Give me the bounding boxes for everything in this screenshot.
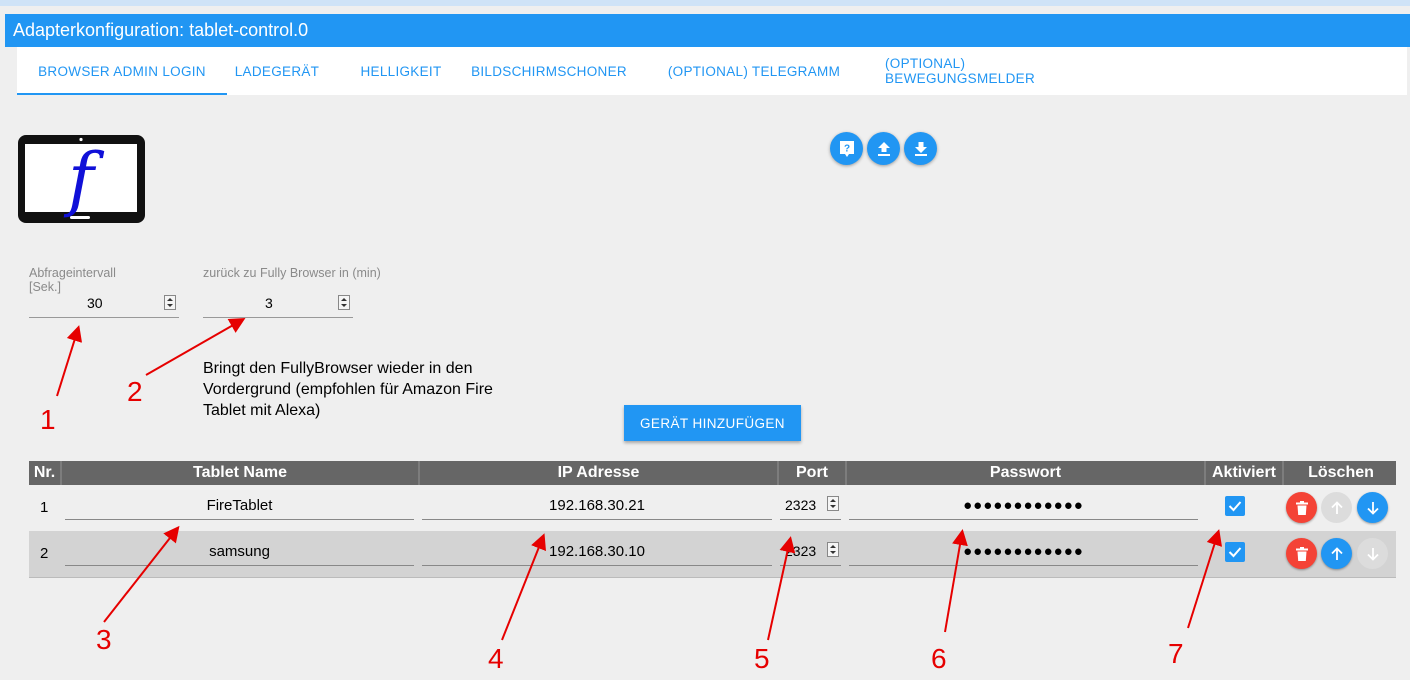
annotation-arrow-5: [767, 536, 796, 641]
annotation-arrow-1: [56, 325, 83, 397]
annotation-arrow-7: [1187, 529, 1223, 629]
annotation-arrows: [56, 318, 1223, 641]
annotation-label-4: 4: [488, 643, 504, 674]
annotation-label-2: 2: [127, 376, 143, 407]
annotation-label-5: 5: [754, 643, 770, 674]
annotation-label-6: 6: [931, 643, 947, 674]
annotation-label-3: 3: [96, 624, 112, 655]
annotation-arrow-6: [944, 529, 968, 633]
annotation-arrow-3: [103, 525, 180, 623]
annotation-arrow-4: [501, 533, 546, 641]
annotation-label-7: 7: [1168, 638, 1184, 669]
annotation-label-1: 1: [40, 404, 56, 435]
annotation-arrow-2: [145, 318, 246, 376]
